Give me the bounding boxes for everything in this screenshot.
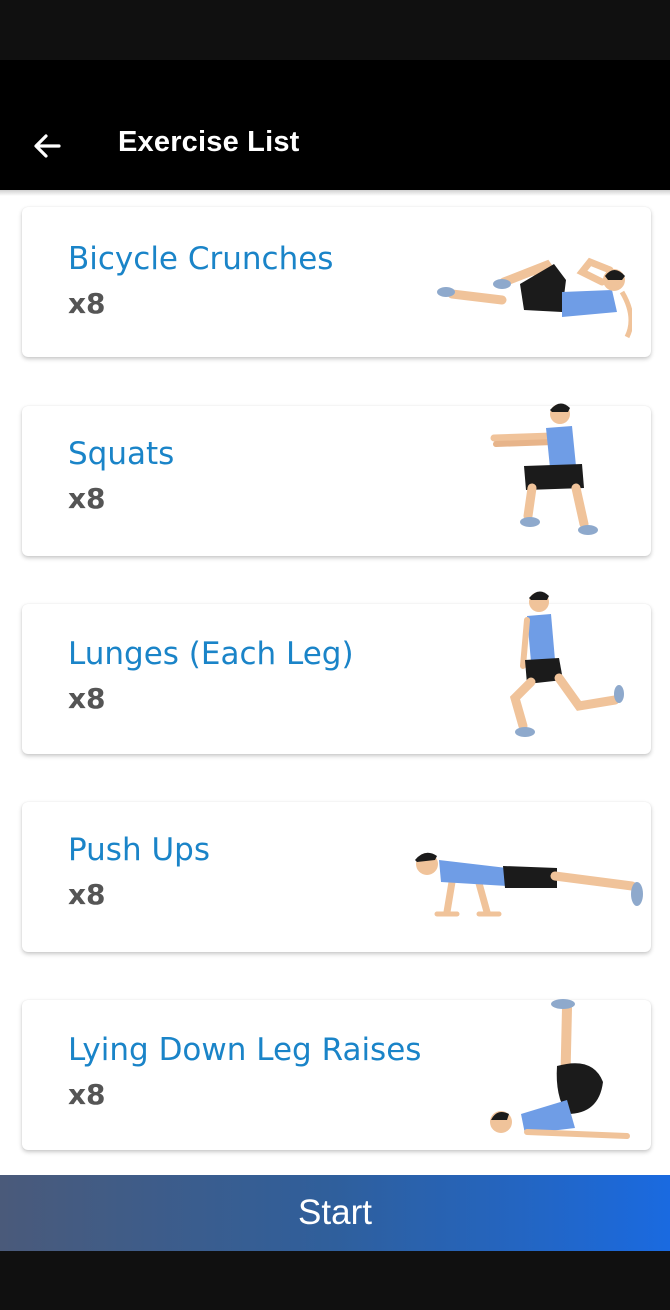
status-bar [0, 0, 670, 60]
exercise-card-lunges[interactable]: Lunges (Each Leg) x8 [22, 591, 651, 754]
exercise-reps: x8 [68, 878, 106, 911]
start-button-label: Start [298, 1193, 372, 1232]
exercise-name: Bicycle Crunches [68, 241, 334, 277]
app-bar [0, 60, 670, 190]
exercise-name: Lying Down Leg Raises [68, 1032, 422, 1068]
start-button[interactable]: Start [0, 1175, 670, 1251]
exercise-reps: x8 [68, 1078, 106, 1111]
back-button[interactable] [22, 116, 72, 176]
exercise-name: Lunges (Each Leg) [68, 636, 354, 672]
exercise-name: Squats [68, 436, 175, 472]
arrow-left-icon [34, 134, 61, 158]
lunges-illustration [509, 591, 624, 737]
exercise-card-push-ups[interactable]: Push Ups x8 [22, 802, 651, 952]
exercise-name: Push Ups [68, 832, 210, 868]
exercise-card-squats[interactable]: Squats x8 [22, 403, 651, 556]
leg-raises-illustration [490, 999, 630, 1139]
squats-illustration [490, 403, 598, 535]
exercise-reps: x8 [68, 482, 106, 515]
system-nav-bar [0, 1251, 670, 1310]
exercise-reps: x8 [68, 287, 106, 320]
push-ups-illustration [415, 852, 643, 917]
exercise-card-leg-raises[interactable]: Lying Down Leg Raises x8 [22, 999, 651, 1150]
bicycle-crunches-illustration [437, 257, 632, 339]
exercise-reps: x8 [68, 682, 106, 715]
page-title: Exercise List [118, 126, 300, 158]
app-bar-shadow [0, 190, 670, 196]
exercise-card-bicycle-crunches[interactable]: Bicycle Crunches x8 [22, 207, 651, 357]
